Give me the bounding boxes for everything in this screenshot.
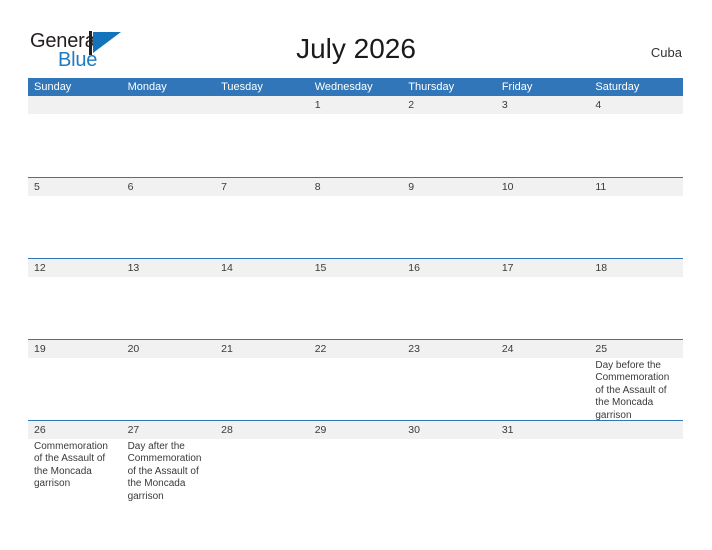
day-cell-empty — [122, 96, 216, 177]
day-cell[interactable]: 20 — [122, 340, 216, 421]
day-number: 20 — [127, 343, 140, 355]
day-cell-empty — [28, 96, 122, 177]
holiday-event: Day after the Commemoration of the Assau… — [127, 441, 202, 502]
day-number: 1 — [314, 99, 321, 111]
day-number: 24 — [501, 343, 514, 355]
page-title: July 2026 — [296, 33, 416, 64]
day-cell-empty — [215, 96, 309, 177]
day-number: 30 — [408, 424, 420, 436]
day-cell[interactable]: 31 — [496, 421, 590, 502]
page-header: General Blue July 2026 Cuba — [0, 0, 712, 78]
day-number: 17 — [501, 262, 514, 274]
day-cell[interactable]: 3 — [496, 96, 590, 177]
week-cells: 26 Commemoration of the Assault of the Mo… — [28, 421, 683, 502]
day-cell[interactable]: 17 — [496, 259, 590, 340]
day-cell[interactable]: 30 — [402, 421, 496, 502]
day-cell[interactable]: 1 — [309, 96, 403, 177]
calendar-weeks: 1 2 3 4 5 6 7 8 9 10 11 12 13 14 15 16 17 18 19 20 21 22 23 24 2… — [28, 96, 683, 502]
day-cell[interactable]: 5 — [28, 178, 122, 259]
day-cell[interactable]: 8 — [309, 178, 403, 259]
day-cell[interactable]: 6 — [122, 178, 216, 259]
day-cell[interactable]: 23 — [402, 340, 496, 421]
weekday-header-monday: Monday — [127, 81, 167, 93]
day-number: 3 — [501, 99, 508, 111]
day-cell[interactable]: 14 — [215, 259, 309, 340]
day-events: Day before the Commemoration of the Assa… — [595, 358, 679, 422]
day-number: 18 — [595, 262, 608, 274]
calendar-grid: Sunday Monday Tuesday Wednesday Thursday Frid… — [28, 78, 683, 502]
day-events: Commemoration of the Assault of the Monc… — [34, 439, 118, 491]
day-cell[interactable]: 15 — [309, 259, 403, 340]
weekday-header-row: Sunday Monday Tuesday Wednesday Thursday Frid… — [28, 78, 683, 96]
day-number: 6 — [127, 181, 134, 193]
day-number: 31 — [501, 424, 514, 436]
day-number: 28 — [221, 424, 233, 436]
weekday-header-tuesday: Tuesday — [221, 81, 263, 93]
day-number: 4 — [595, 99, 602, 111]
day-cell[interactable]: 16 — [402, 259, 496, 340]
day-cell[interactable]: 9 — [402, 178, 496, 259]
day-number: 5 — [34, 181, 40, 193]
day-number: 12 — [34, 262, 46, 274]
day-cell[interactable]: 11 — [589, 178, 683, 259]
day-cell[interactable]: 21 — [215, 340, 309, 421]
day-number: 11 — [595, 181, 607, 193]
day-number: 25 — [595, 343, 608, 355]
day-cell[interactable]: 18 — [589, 259, 683, 340]
calendar-week-row: 1 2 3 4 — [28, 96, 683, 177]
holiday-event: Commemoration of the Assault of the Monc… — [34, 441, 108, 490]
holiday-event: Day before the Commemoration of the Assa… — [595, 360, 670, 421]
day-number: 29 — [314, 424, 327, 436]
day-cell[interactable]: 25 Day before the Commemoration of the As… — [589, 340, 683, 421]
week-cells: 5 6 7 8 9 10 11 — [28, 178, 683, 259]
calendar-page: General Blue July 2026 Cuba Sunday Monday… — [0, 0, 712, 550]
day-number: 10 — [501, 181, 514, 193]
day-cell[interactable]: 19 — [28, 340, 122, 421]
day-number: 21 — [221, 343, 233, 355]
day-number: 16 — [408, 262, 420, 274]
day-number: 2 — [408, 99, 415, 111]
day-cell[interactable]: 24 — [496, 340, 590, 421]
day-cell[interactable]: 26 Commemoration of the Assault of the Mo… — [28, 421, 122, 502]
day-number: 19 — [34, 343, 46, 355]
day-number: 23 — [408, 343, 420, 355]
day-cell[interactable]: 13 — [122, 259, 216, 340]
day-cell[interactable]: 28 — [215, 421, 309, 502]
day-number: 14 — [221, 262, 233, 274]
day-cell[interactable]: 4 — [589, 96, 683, 177]
day-number: 7 — [221, 181, 227, 193]
day-number: 8 — [314, 181, 321, 193]
week-cells: 1 2 3 4 — [28, 96, 683, 177]
calendar-week-row: 26 Commemoration of the Assault of the Mo… — [28, 420, 683, 502]
weekday-header-saturday: Saturday — [595, 81, 640, 93]
day-cell[interactable]: 27 Day after the Commemoration of the Ass… — [122, 421, 216, 502]
weekday-header-wednesday: Wednesday — [314, 81, 373, 93]
region-label: Cuba — [650, 45, 682, 60]
day-number: 15 — [314, 262, 327, 274]
calendar-week-row: 5 6 7 8 9 10 11 — [28, 177, 683, 258]
day-cell[interactable]: 2 — [402, 96, 496, 177]
day-number: 27 — [127, 424, 140, 436]
day-events: Day after the Commemoration of the Assau… — [128, 439, 212, 503]
week-cells: 19 20 21 22 23 24 25 Day before the Commemorati… — [28, 340, 683, 421]
day-number: 9 — [408, 181, 415, 193]
day-number: 13 — [127, 262, 140, 274]
day-number: 26 — [34, 424, 46, 436]
calendar-week-row: 19 20 21 22 23 24 25 Day before the Commemorati… — [28, 339, 683, 421]
day-cell[interactable]: 29 — [309, 421, 403, 502]
day-cell[interactable]: 22 — [309, 340, 403, 421]
weekday-header-sunday: Sunday — [34, 81, 72, 93]
day-cell[interactable]: 12 — [28, 259, 122, 340]
weekday-header-thursday: Thursday — [408, 81, 455, 93]
week-cells: 12 13 14 15 16 17 18 — [28, 259, 683, 340]
calendar-week-row: 12 13 14 15 16 17 18 — [28, 258, 683, 339]
day-cell[interactable]: 10 — [496, 178, 590, 259]
day-cell-empty — [589, 421, 683, 502]
day-cell[interactable]: 7 — [215, 178, 309, 259]
day-number: 22 — [314, 343, 327, 355]
weekday-header-friday: Friday — [501, 81, 533, 93]
